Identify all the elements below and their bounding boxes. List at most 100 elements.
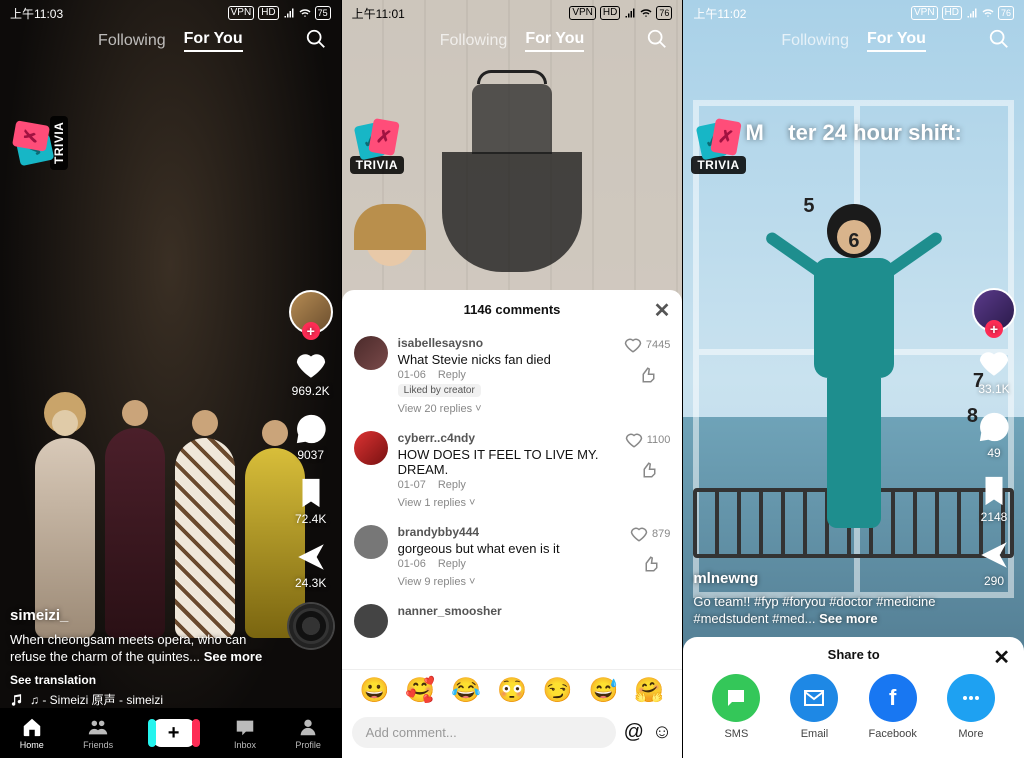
commenter-avatar[interactable] bbox=[354, 525, 388, 559]
commenter-avatar[interactable] bbox=[354, 336, 388, 370]
hd-badge: HD bbox=[258, 6, 278, 20]
action-rail: + 33.1K 49 2148 290 bbox=[972, 288, 1016, 588]
friends-icon bbox=[87, 716, 109, 738]
emoji-button[interactable]: 😂 bbox=[451, 676, 481, 705]
mention-button[interactable]: @ bbox=[624, 721, 644, 744]
emoji-picker-button[interactable]: ☺ bbox=[652, 721, 672, 744]
see-more-button[interactable]: See more bbox=[204, 649, 263, 664]
view-replies-button[interactable]: View 1 replies ˅ bbox=[398, 497, 615, 509]
comment-button[interactable]: 9037 bbox=[294, 412, 328, 462]
trivia-badge[interactable]: ✓✗ TRIVIA bbox=[691, 120, 745, 174]
search-button[interactable] bbox=[646, 28, 668, 55]
search-button[interactable] bbox=[305, 28, 327, 55]
wifi-icon bbox=[982, 7, 994, 19]
reply-button[interactable]: Reply bbox=[438, 369, 466, 381]
status-bar: 上午11:01 VPN HD 76 bbox=[342, 0, 683, 26]
comment-button[interactable]: 49 bbox=[977, 410, 1011, 460]
tab-for-you[interactable]: For You bbox=[525, 30, 584, 52]
comment-like-button[interactable]: 879 bbox=[630, 525, 670, 543]
share-sms[interactable]: SMS bbox=[712, 674, 760, 740]
follow-plus-icon[interactable]: + bbox=[985, 320, 1003, 338]
trivia-cards-icon: ✓✗ bbox=[699, 120, 739, 160]
share-facebook[interactable]: f Facebook bbox=[869, 674, 917, 740]
thumbs-down-icon[interactable] bbox=[639, 461, 657, 479]
feed-tabs: Following For You bbox=[683, 30, 1024, 52]
battery-badge: 76 bbox=[998, 6, 1014, 20]
emoji-button[interactable]: 🤗 bbox=[634, 676, 664, 705]
comments-list[interactable]: isabellesaysno What Stevie nicks fan die… bbox=[342, 328, 683, 669]
like-button[interactable]: 969.2K bbox=[292, 348, 330, 398]
thumbs-down-icon[interactable] bbox=[638, 366, 656, 384]
save-button[interactable]: 72.4K bbox=[294, 476, 328, 526]
emoji-button[interactable]: 😀 bbox=[360, 676, 390, 705]
creator-username[interactable]: simeizi_ bbox=[10, 606, 271, 626]
see-more-button[interactable]: See more bbox=[819, 611, 878, 626]
nav-create[interactable]: + bbox=[153, 719, 195, 747]
tab-for-you[interactable]: For You bbox=[184, 30, 243, 52]
view-replies-button[interactable]: View 20 replies ˅ bbox=[398, 403, 614, 415]
share-button[interactable]: 290 bbox=[977, 538, 1011, 588]
emoji-button[interactable]: 😏 bbox=[543, 676, 573, 705]
commenter-avatar[interactable] bbox=[354, 431, 388, 465]
view-replies-button[interactable]: View 9 replies ˅ bbox=[398, 576, 620, 588]
sound-label[interactable]: ♫ - Simeizi 原声 - simeizi bbox=[10, 691, 163, 708]
comment-item: brandybby444 gorgeous but what even is i… bbox=[354, 517, 671, 596]
reply-button[interactable]: Reply bbox=[438, 558, 466, 570]
emoji-button[interactable]: 😅 bbox=[589, 676, 619, 705]
nav-profile[interactable]: Profile bbox=[295, 716, 321, 750]
commenter-username[interactable]: nanner_smoosher bbox=[398, 604, 671, 618]
close-share-button[interactable]: ✕ bbox=[993, 645, 1010, 670]
tab-for-you[interactable]: For You bbox=[867, 30, 926, 52]
trivia-cards-icon: ✓✗ bbox=[357, 120, 397, 160]
tab-following[interactable]: Following bbox=[440, 32, 508, 50]
save-count: 72.4K bbox=[295, 512, 326, 526]
close-comments-button[interactable]: ✕ bbox=[654, 298, 671, 323]
save-button[interactable]: 2148 bbox=[977, 474, 1011, 524]
reply-button[interactable]: Reply bbox=[438, 479, 466, 491]
creator-avatar[interactable]: + bbox=[289, 290, 333, 334]
comment-count: 49 bbox=[987, 446, 1000, 460]
phone-2: 上午11:01 VPN HD 76 Following For You ✓✗ T… bbox=[341, 0, 683, 758]
emoji-button[interactable]: 😳 bbox=[497, 676, 527, 705]
thumbs-down-icon[interactable] bbox=[641, 555, 659, 573]
status-icons: VPN HD 75 bbox=[228, 6, 331, 20]
search-icon bbox=[646, 28, 668, 50]
search-icon bbox=[988, 28, 1010, 50]
like-button[interactable]: 33.1K bbox=[977, 346, 1011, 396]
search-button[interactable] bbox=[988, 28, 1010, 55]
clock: 上午11:02 bbox=[693, 5, 746, 22]
emoji-button[interactable]: 🥰 bbox=[405, 676, 435, 705]
like-count: 969.2K bbox=[292, 384, 330, 398]
see-translation-button[interactable]: See translation bbox=[10, 672, 271, 688]
commenter-avatar[interactable] bbox=[354, 604, 388, 638]
comment-icon bbox=[294, 412, 328, 446]
creator-avatar[interactable]: + bbox=[972, 288, 1016, 332]
share-more[interactable]: More bbox=[947, 674, 995, 740]
heart-icon bbox=[294, 348, 328, 382]
comments-sheet: 1146 comments ✕ isabellesaysno What Stev… bbox=[342, 290, 683, 758]
bottom-nav: Home Friends + Inbox Profile bbox=[0, 708, 341, 758]
comment-date: 01-07 bbox=[398, 479, 426, 491]
signal-icon bbox=[624, 7, 636, 19]
share-email[interactable]: Email bbox=[790, 674, 838, 740]
nav-friends[interactable]: Friends bbox=[83, 716, 113, 750]
nav-inbox[interactable]: Inbox bbox=[234, 716, 256, 750]
facebook-icon: f bbox=[869, 674, 917, 722]
comment-input[interactable]: Add comment... bbox=[352, 717, 616, 748]
share-button[interactable]: 24.3K bbox=[294, 540, 328, 590]
tab-following[interactable]: Following bbox=[98, 32, 166, 50]
trivia-badge[interactable]: ✓✗ TRIVIA bbox=[14, 116, 68, 170]
vpn-badge: VPN bbox=[911, 6, 938, 20]
commenter-username[interactable]: brandybby444 bbox=[398, 525, 620, 539]
comment-like-button[interactable]: 7445 bbox=[624, 336, 670, 354]
nav-home[interactable]: Home bbox=[20, 716, 44, 750]
follow-plus-icon[interactable]: + bbox=[302, 322, 320, 340]
creator-username[interactable]: mlnewng bbox=[693, 569, 954, 589]
sound-disc[interactable] bbox=[289, 604, 333, 648]
tab-following[interactable]: Following bbox=[781, 32, 849, 50]
commenter-username[interactable]: cyberr..c4ndy bbox=[398, 431, 615, 445]
commenter-username[interactable]: isabellesaysno bbox=[398, 336, 614, 350]
wifi-icon bbox=[640, 7, 652, 19]
comment-like-button[interactable]: 1100 bbox=[625, 431, 671, 449]
trivia-badge[interactable]: ✓✗ TRIVIA bbox=[350, 120, 404, 174]
